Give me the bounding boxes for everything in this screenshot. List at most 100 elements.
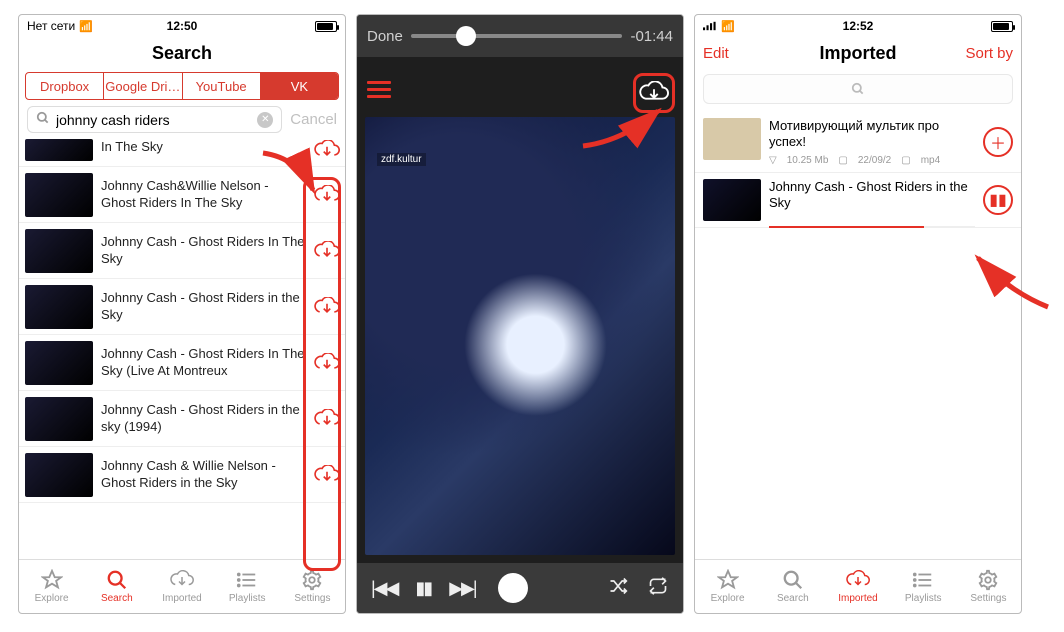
item-thumbnail — [703, 179, 761, 221]
add-button[interactable]: ＋ — [983, 127, 1013, 157]
page-title: Imported — [820, 43, 897, 64]
screen-search: Нет сети 12:50 Search Dropbox Google Dri… — [18, 14, 346, 614]
signal-icon — [703, 21, 717, 31]
album-art: zdf.kultur — [365, 117, 675, 555]
screen-player: Done -01:44 zdf.kultur |◀◀ ▮▮ ▶▶| — [356, 14, 684, 614]
download-icon[interactable] — [313, 349, 341, 377]
result-thumbnail — [25, 173, 93, 217]
status-bar: Нет сети 12:50 — [19, 15, 345, 37]
download-icon[interactable] — [313, 237, 341, 265]
tab-settings[interactable]: Settings — [956, 560, 1021, 613]
search-input[interactable] — [56, 112, 251, 128]
list-icon — [235, 569, 259, 591]
download-icon[interactable] — [313, 461, 341, 489]
cloud-download-icon — [170, 569, 194, 591]
status-bar: 12:52 — [695, 15, 1021, 37]
page-title: Search — [19, 37, 345, 72]
download-icon[interactable] — [313, 293, 341, 321]
list-icon — [911, 569, 935, 591]
tab-explore[interactable]: Explore — [695, 560, 760, 613]
wifi-icon — [79, 19, 93, 33]
imported-list[interactable]: Мотивирующий мультик про успех! ▽ 10.25 … — [695, 112, 1021, 559]
battery-icon — [315, 21, 337, 32]
edit-button[interactable]: Edit — [703, 45, 820, 62]
gear-icon — [300, 569, 324, 591]
time-remaining: -01:44 — [630, 28, 673, 45]
search-icon — [36, 111, 50, 128]
tab-imported[interactable]: Imported — [825, 560, 890, 613]
tab-imported[interactable]: Imported — [149, 560, 214, 613]
tab-youtube[interactable]: YouTube — [183, 73, 261, 99]
tab-bar: Explore Search Imported Playlists Settin… — [695, 559, 1021, 613]
clear-icon[interactable]: ✕ — [257, 112, 273, 128]
tab-bar: Explore Search Imported Playlists Settin… — [19, 559, 345, 613]
item-title: Johnny Cash - Ghost Riders in the Sky — [769, 179, 975, 212]
download-progress — [769, 226, 975, 228]
next-icon[interactable]: ▶▶| — [449, 578, 475, 599]
download-icon[interactable] — [313, 405, 341, 433]
network-label: Нет сети — [27, 19, 75, 33]
result-title: Johnny Cash - Ghost Riders in the Sky — [101, 290, 305, 323]
item-title: Мотивирующий мультик про успех! — [769, 118, 975, 151]
repeat-icon[interactable] — [647, 576, 669, 601]
source-tabs: Dropbox Google Dri… YouTube VK — [25, 72, 339, 100]
download-icon[interactable] — [313, 181, 341, 209]
search-input[interactable] — [703, 74, 1013, 104]
broadcaster-tag: zdf.kultur — [377, 153, 426, 166]
search-icon — [781, 569, 805, 591]
gear-icon — [976, 569, 1000, 591]
tab-search[interactable]: Search — [760, 560, 825, 613]
result-thumbnail — [25, 453, 93, 497]
list-item[interactable]: Мотивирующий мультик про успех! ▽ 10.25 … — [695, 112, 1021, 173]
tab-explore[interactable]: Explore — [19, 560, 84, 613]
pause-icon[interactable]: ▮▮ — [415, 578, 431, 599]
download-button[interactable] — [633, 73, 675, 113]
result-thumbnail — [25, 139, 93, 161]
result-title: Johnny Cash & Willie Nelson - Ghost Ride… — [101, 458, 305, 491]
record-button[interactable] — [498, 573, 528, 603]
pause-button[interactable]: ▮▮ — [983, 185, 1013, 215]
result-title: Johnny Cash - Ghost Riders in the sky (1… — [101, 402, 305, 435]
calendar-icon: ▢ — [838, 155, 847, 166]
wifi-small-icon: ▽ — [769, 155, 777, 166]
shuffle-icon[interactable] — [607, 576, 629, 601]
screen-imported: 12:52 Edit Imported Sort by Мотивирующий… — [694, 14, 1022, 614]
download-icon[interactable] — [313, 139, 341, 164]
item-thumbnail — [703, 118, 761, 160]
result-thumbnail — [25, 341, 93, 385]
search-icon — [851, 82, 865, 96]
result-thumbnail — [25, 397, 93, 441]
clock: 12:50 — [167, 19, 198, 33]
tab-google-drive[interactable]: Google Dri… — [104, 73, 182, 99]
seek-slider[interactable] — [411, 34, 623, 38]
wifi-icon — [721, 19, 735, 33]
result-title: In The Sky — [101, 139, 305, 155]
result-title: Johnny Cash - Ghost Riders In The Sky — [101, 234, 305, 267]
result-title: Johnny Cash&Willie Nelson - Ghost Riders… — [101, 178, 305, 211]
tab-settings[interactable]: Settings — [280, 560, 345, 613]
star-icon — [716, 569, 740, 591]
star-icon — [40, 569, 64, 591]
result-title: Johnny Cash - Ghost Riders In The Sky (L… — [101, 346, 305, 379]
tab-playlists[interactable]: Playlists — [891, 560, 956, 613]
slider-knob[interactable] — [456, 26, 476, 46]
search-icon — [105, 569, 129, 591]
item-date: 22/09/2 — [858, 155, 891, 166]
prev-icon[interactable]: |◀◀ — [371, 578, 397, 599]
list-item[interactable]: Johnny Cash - Ghost Riders in the Sky ▮▮ — [695, 173, 1021, 228]
result-thumbnail — [25, 285, 93, 329]
tab-vk[interactable]: VK — [261, 73, 338, 99]
results-list[interactable]: In The Sky Johnny Cash&Willie Nelson - G… — [19, 139, 345, 559]
tab-search[interactable]: Search — [84, 560, 149, 613]
tab-dropbox[interactable]: Dropbox — [26, 73, 104, 99]
player-controls: |◀◀ ▮▮ ▶▶| — [357, 563, 683, 613]
cloud-download-icon — [846, 569, 870, 591]
done-button[interactable]: Done — [367, 28, 403, 45]
cancel-button[interactable]: Cancel — [290, 111, 337, 128]
search-box[interactable]: ✕ — [27, 106, 282, 133]
tab-playlists[interactable]: Playlists — [215, 560, 280, 613]
clock: 12:52 — [843, 19, 874, 33]
sort-button[interactable]: Sort by — [897, 45, 1014, 62]
player-top-bar: Done -01:44 — [357, 15, 683, 57]
menu-icon[interactable] — [367, 77, 391, 102]
